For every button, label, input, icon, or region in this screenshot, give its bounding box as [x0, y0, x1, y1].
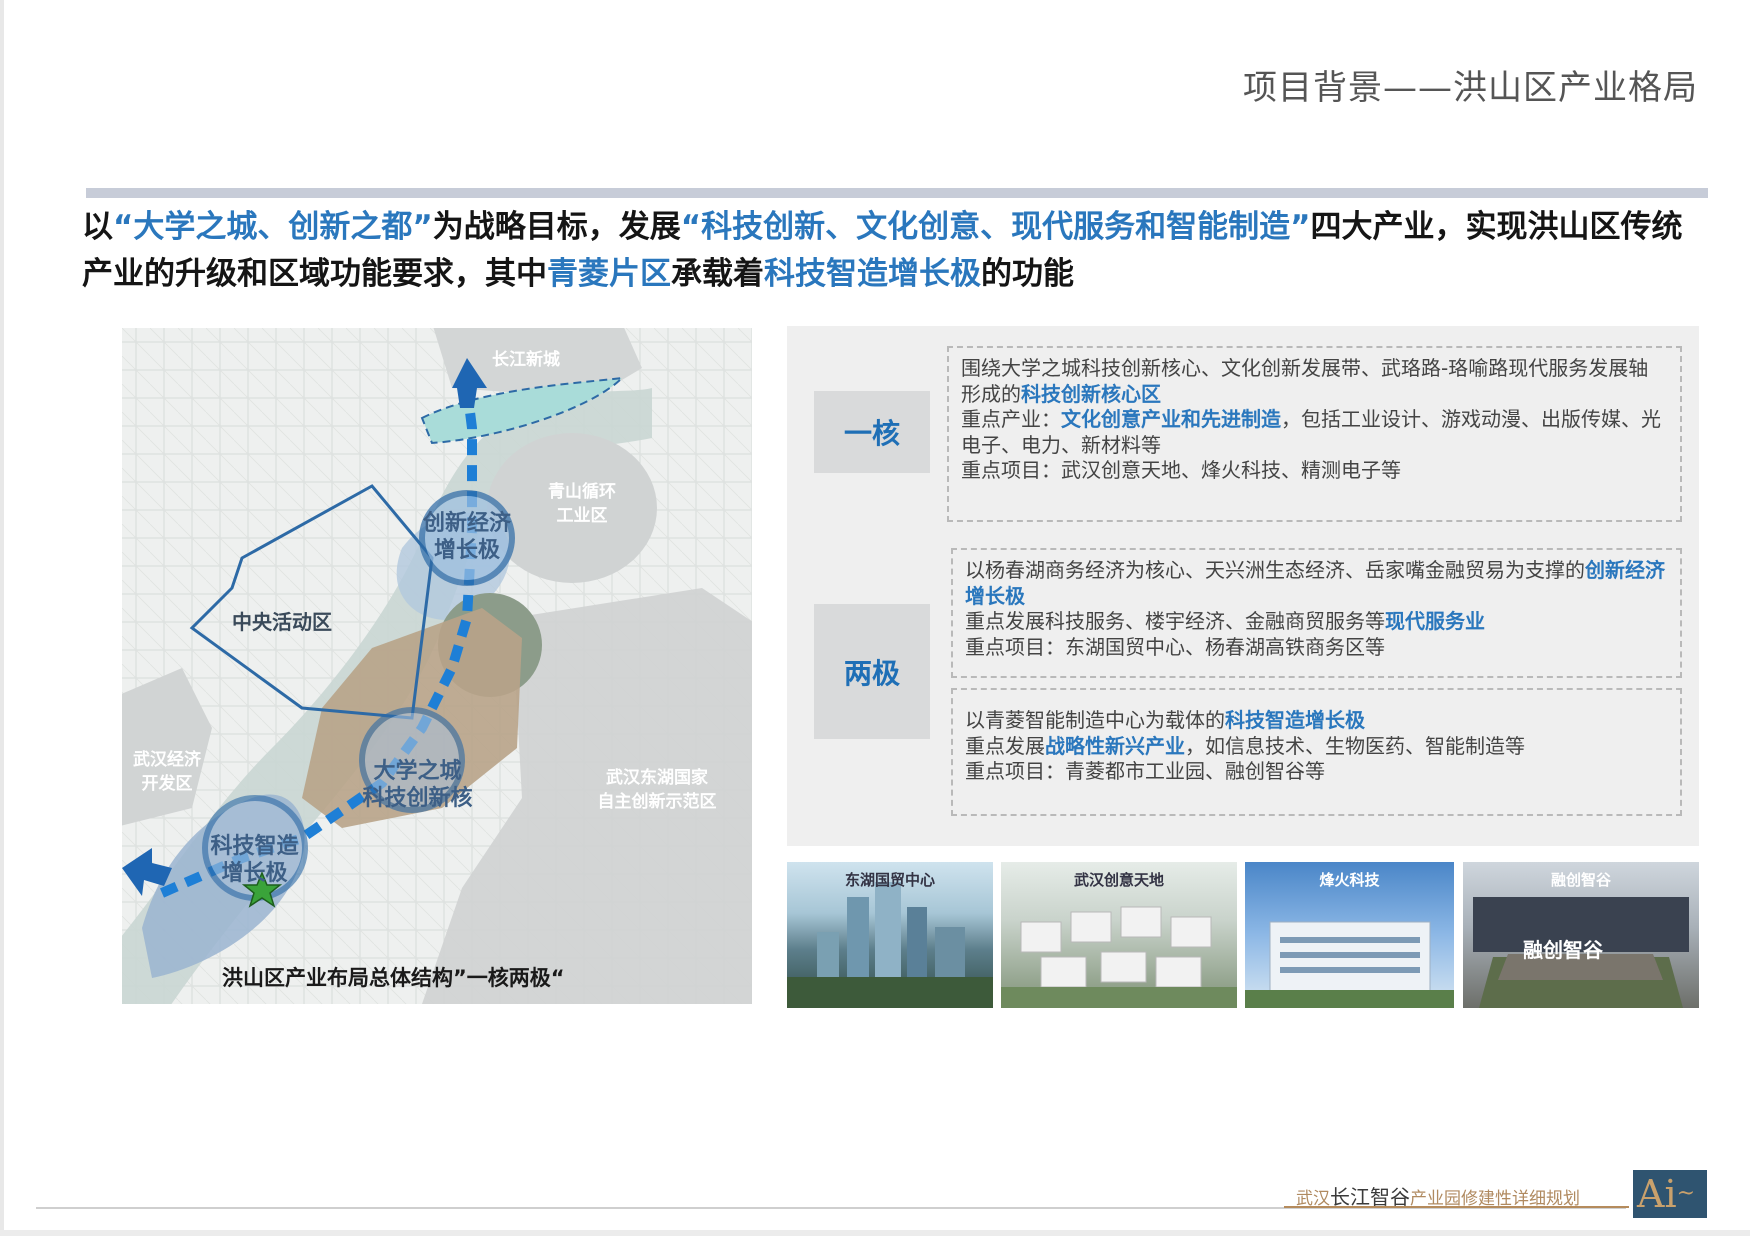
- footer-project-name: 武汉长江智谷产业园修建性详细规划: [1296, 1181, 1580, 1210]
- pole-a-line-1-text: 以杨春湖商务经济为核心、天兴洲生态经济、岳家嘴金融贸易为支撑的: [965, 558, 1585, 582]
- tag-core: 一核: [814, 391, 930, 473]
- label-wuhan-econ: 武汉经济 开发区: [133, 750, 201, 794]
- logo-text: Ai: [1637, 1172, 1677, 1216]
- pole-b-line-2: 重点发展战略性新兴产业，如信息技术、生物医药、智能制造等: [965, 734, 1668, 760]
- headline-highlight: 青菱片区: [547, 256, 671, 292]
- pole-a-line-2-text: 重点发展科技服务、楼宇经济、金融商贸服务等: [965, 609, 1385, 633]
- core-line-2-text: 重点产业：: [961, 407, 1061, 431]
- core-line-2-highlight: 文化创意产业和先进制造: [1061, 407, 1281, 431]
- photo-donghu-trade-center: 东湖国贸中心: [787, 862, 993, 1008]
- pole-a-line-3: 重点项目：东湖国贸中心、杨春湖高铁商务区等: [965, 634, 1385, 659]
- pole-a-line-2-highlight: 现代服务业: [1385, 609, 1485, 633]
- headline-highlight: 科技智造增长极: [764, 256, 981, 292]
- label-node-smart: 科技智造 增长极: [210, 834, 299, 886]
- headline-text: 承载着: [671, 256, 764, 292]
- headline: 以“大学之城、创新之都”为战略目标，发展“科技创新、文化创意、现代服务和智能制造…: [82, 204, 1712, 298]
- industry-layout-map: 长江新城 青山循环 工业区 中央活动区 武汉经济 开发区 武汉东湖国家 自主创新…: [122, 328, 752, 1004]
- pole-b-line-2-text: 重点发展: [965, 733, 1045, 758]
- pole-b-line-1-text: 以青菱智能制造中心为载体的: [965, 708, 1225, 732]
- page-title: 项目背景——洪山区产业格局: [1243, 68, 1698, 108]
- page-frame-bottom: [0, 1230, 1750, 1236]
- label-central-district: 中央活动区: [232, 610, 332, 634]
- core-line-2: 重点产业：文化创意产业和先进制造，包括工业设计、游戏动漫、出版传媒、光电子、电力…: [961, 407, 1668, 458]
- footer-text-1: 武汉: [1296, 1189, 1330, 1209]
- logo-wave-icon: ~: [1676, 1181, 1696, 1206]
- photo-label: 融创智谷: [1550, 871, 1611, 889]
- label-node-university: 大学之城 科技创新核: [362, 759, 473, 811]
- headline-highlight: “科技创新、文化创意、现代服务和智能制造”: [680, 209, 1311, 245]
- headline-text: 为战略目标，发展: [432, 209, 681, 245]
- core-line-3: 重点项目：武汉创意天地、烽火科技、精测电子等: [961, 458, 1401, 482]
- pole-a-line-2: 重点发展科技服务、楼宇经济、金融商贸服务等现代服务业: [965, 609, 1668, 635]
- core-line-1: 围绕大学之城科技创新核心、文化创新发展带、武珞路-珞喻路现代服务发展轴形成的科技…: [961, 356, 1668, 407]
- pole-b-line-2-tail: ，如信息技术、生物医药、智能制造等: [1185, 733, 1525, 758]
- photo-wuhan-creative-land: 武汉创意天地: [1001, 862, 1237, 1008]
- structure-panel: 一核 围绕大学之城科技创新核心、文化创新发展带、武珞路-珞喻路现代服务发展轴形成…: [787, 326, 1699, 846]
- label-node-innovation: 创新经济 增长极: [422, 511, 511, 563]
- pole-a-description-box: 以杨春湖商务经济为核心、天兴洲生态经济、岳家嘴金融贸易为支撑的创新经济增长极 重…: [951, 548, 1682, 678]
- pole-b-description-box: 以青菱智能制造中心为载体的科技智造增长极 重点发展战略性新兴产业，如信息技术、生…: [951, 688, 1682, 816]
- headline-text: 的功能: [981, 256, 1074, 292]
- footer-text-3: 产业园修建性详细规划: [1410, 1189, 1580, 1209]
- photo-fiberhome: 烽火科技: [1245, 862, 1454, 1008]
- core-description-box: 围绕大学之城科技创新核心、文化创新发展带、武珞路-珞喻路现代服务发展轴形成的科技…: [947, 346, 1682, 522]
- core-line-1-highlight: 科技创新核心区: [1021, 381, 1161, 406]
- photo-label: 烽火科技: [1319, 871, 1380, 889]
- photo-label: 武汉创意天地: [1073, 871, 1164, 889]
- photo-signage: 融创智谷: [1523, 938, 1603, 962]
- company-logo: Ai~: [1633, 1170, 1707, 1218]
- page-frame-left: [0, 0, 4, 1236]
- map-graphic: [122, 328, 752, 1004]
- pole-a-line-1: 以杨春湖商务经济为核心、天兴洲生态经济、岳家嘴金融贸易为支撑的创新经济增长极: [965, 558, 1668, 609]
- footer-text-2: 长江智谷: [1330, 1185, 1410, 1209]
- photo-rongchuang-zhigu: 融创智谷 融创智谷: [1463, 862, 1699, 1008]
- tag-poles: 两极: [814, 604, 930, 739]
- label-changjiang-new-city: 长江新城: [492, 350, 560, 370]
- pole-b-line-3: 重点项目：青菱都市工业园、融创智谷等: [965, 759, 1325, 783]
- pole-b-line-1-highlight: 科技智造增长极: [1225, 708, 1365, 732]
- headline-highlight: “大学之城、创新之都”: [113, 209, 433, 245]
- map-caption: 洪山区产业布局总体结构”一核两极“: [222, 966, 565, 990]
- photo-label: 东湖国贸中心: [844, 871, 935, 889]
- label-donghu: 武汉东湖国家 自主创新示范区: [597, 768, 717, 812]
- headline-text: 以: [82, 209, 113, 245]
- pole-b-line-1: 以青菱智能制造中心为载体的科技智造增长极: [965, 708, 1668, 734]
- label-qingshan: 青山循环 工业区: [548, 482, 616, 526]
- pole-b-line-2-highlight: 战略性新兴产业: [1045, 733, 1185, 758]
- header-rule: [86, 188, 1708, 198]
